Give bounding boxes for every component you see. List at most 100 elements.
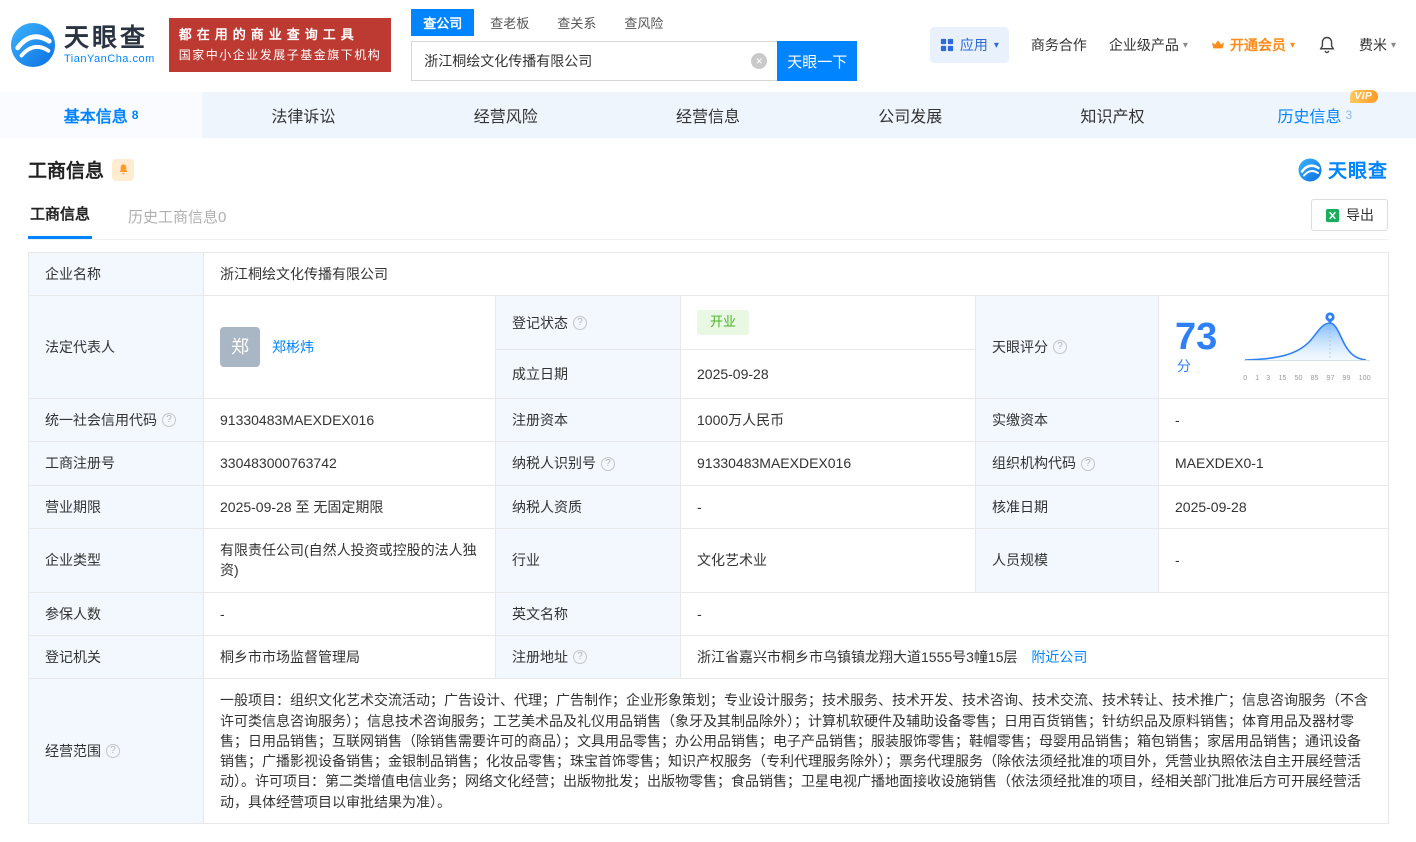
help-icon[interactable]: ? <box>1053 340 1067 354</box>
help-icon[interactable]: ? <box>1081 457 1095 471</box>
search-tab-relation[interactable]: 查关系 <box>545 9 608 36</box>
chevron-down-icon: ▾ <box>994 40 999 51</box>
tab-basic-info[interactable]: 基本信息 8 <box>0 92 202 138</box>
header-menu: 应用 ▾ 商务合作 企业级产品 ▾ 开通会员 ▾ <box>930 27 1396 63</box>
section-brand-name: 天眼查 <box>1328 156 1388 183</box>
reg-no-label: 工商注册号 <box>29 442 204 485</box>
score-label: 天眼评分 ? <box>976 296 1159 399</box>
tab-label: 基本信息 <box>64 103 128 127</box>
nearby-companies-link[interactable]: 附近公司 <box>1031 649 1087 665</box>
excel-icon <box>1325 208 1340 223</box>
vip-badge: VIP <box>1350 90 1379 103</box>
header: 天眼查 TianYanCha.com 都在用的商业查询工具 国家中小企业发展子基… <box>0 0 1416 86</box>
search-area: 查公司 查老板 查关系 查风险 × 天眼一下 <box>411 9 857 81</box>
english-name-label: 英文名称 <box>496 592 681 635</box>
cooperation-label: 商务合作 <box>1031 35 1087 55</box>
table-row: 企业类型 有限责任公司(自然人投资或控股的法人独资) 行业 文化艺术业 人员规模… <box>29 529 1389 593</box>
tab-history-info[interactable]: 历史信息 3 VIP <box>1214 92 1416 138</box>
notifications-bell-icon[interactable] <box>1317 35 1337 55</box>
insured-num-value: - <box>204 592 496 635</box>
org-code-value: MAEXDEX0-1 <box>1159 442 1389 485</box>
tab-label: 知识产权 <box>1081 103 1145 127</box>
industry-value: 文化艺术业 <box>681 529 976 593</box>
tab-label: 经营信息 <box>676 103 740 127</box>
scope-label: 经营范围 ? <box>29 679 204 824</box>
avatar[interactable]: 郑 <box>220 327 260 367</box>
monitor-bell-icon[interactable] <box>112 159 134 181</box>
tab-count: 3 <box>1345 108 1352 122</box>
help-icon[interactable]: ? <box>106 744 120 758</box>
subtab-history-registration[interactable]: 历史工商信息0 <box>126 200 228 239</box>
table-row: 企业名称 浙江桐绘文化传播有限公司 <box>29 253 1389 296</box>
tab-intellectual-property[interactable]: 知识产权 <box>1011 92 1213 138</box>
legal-rep-link[interactable]: 郑彬炜 <box>272 337 314 357</box>
reg-status-cell: 开业 <box>681 296 976 350</box>
apps-grid-icon <box>940 38 954 52</box>
crown-icon <box>1210 37 1226 53</box>
export-button[interactable]: 导出 <box>1311 199 1388 231</box>
apps-label: 应用 <box>960 35 988 55</box>
section-brand-logo[interactable]: 天眼查 <box>1298 156 1388 183</box>
establish-date-value: 2025-09-28 <box>681 350 976 399</box>
search-input[interactable] <box>411 41 777 81</box>
menu-item-enterprise-products[interactable]: 企业级产品 ▾ <box>1109 35 1188 55</box>
label-text: 统一社会信用代码 <box>45 410 157 430</box>
table-row: 经营范围 ? 一般项目：组织文化艺术交流活动；广告设计、代理；广告制作；企业形象… <box>29 679 1389 824</box>
tab-company-development[interactable]: 公司发展 <box>809 92 1011 138</box>
brand-name: 天眼查 <box>64 25 155 53</box>
subtab-business-registration[interactable]: 工商信息 <box>28 197 92 239</box>
reg-status-label: 登记状态 ? <box>496 296 681 350</box>
paid-capital-label: 实缴资本 <box>976 399 1159 442</box>
tianyancha-logo-icon <box>10 22 56 68</box>
address-value: 浙江省嘉兴市桐乡市乌镇镇龙翔大道1555号3幢15层 <box>697 649 1018 665</box>
user-menu[interactable]: 费米 ▾ <box>1359 35 1396 55</box>
search-box: × 天眼一下 <box>411 41 857 81</box>
tab-operating-risk[interactable]: 经营风险 <box>405 92 607 138</box>
reg-capital-label: 注册资本 <box>496 399 681 442</box>
menu-item-cooperation[interactable]: 商务合作 <box>1031 35 1087 55</box>
slogan-line1: 都在用的商业查询工具 <box>179 25 382 46</box>
section-title: 工商信息 <box>28 156 104 183</box>
search-button[interactable]: 天眼一下 <box>777 41 857 81</box>
english-name-value: - <box>681 592 1389 635</box>
industry-label: 行业 <box>496 529 681 593</box>
taxpayer-quality-value: - <box>681 485 976 528</box>
search-tab-boss[interactable]: 查老板 <box>478 9 541 36</box>
table-row: 工商注册号 330483000763742 纳税人识别号 ? 91330483M… <box>29 442 1389 485</box>
tab-label: 经营风险 <box>474 103 538 127</box>
help-icon[interactable]: ? <box>573 650 587 664</box>
search-tabs: 查公司 查老板 查关系 查风险 <box>411 9 857 36</box>
chevron-down-icon: ▾ <box>1290 40 1295 51</box>
menu-item-open-vip[interactable]: 开通会员 ▾ <box>1210 35 1295 55</box>
company-nav-tabs: 基本信息 8 法律诉讼 经营风险 经营信息 公司发展 知识产权 历史信息 3 V… <box>0 92 1416 138</box>
search-tab-risk[interactable]: 查风险 <box>612 9 675 36</box>
search-tab-company[interactable]: 查公司 <box>411 9 474 36</box>
taxpayer-quality-label: 纳税人资质 <box>496 485 681 528</box>
label-text: 天眼评分 <box>992 337 1048 357</box>
table-row: 参保人数 - 英文名称 - <box>29 592 1389 635</box>
help-icon[interactable]: ? <box>601 457 615 471</box>
tab-label: 历史信息 <box>1277 103 1341 127</box>
address-cell: 浙江省嘉兴市桐乡市乌镇镇龙翔大道1555号3幢15层 附近公司 <box>681 635 1389 678</box>
reg-capital-value: 1000万人民币 <box>681 399 976 442</box>
insured-num-label: 参保人数 <box>29 592 204 635</box>
org-code-label: 组织机构代码 ? <box>976 442 1159 485</box>
address-label: 注册地址 ? <box>496 635 681 678</box>
score-axis: 01 315 5085 9799 100 <box>1243 372 1371 384</box>
help-icon[interactable]: ? <box>573 316 587 330</box>
staff-size-value: - <box>1159 529 1389 593</box>
slogan-banner: 都在用的商业查询工具 国家中小企业发展子基金旗下机构 <box>169 18 392 72</box>
tab-business-info[interactable]: 经营信息 <box>607 92 809 138</box>
label-text: 组织机构代码 <box>992 453 1076 473</box>
help-icon[interactable]: ? <box>162 413 176 427</box>
credit-code-label: 统一社会信用代码 ? <box>29 399 204 442</box>
apps-menu[interactable]: 应用 ▾ <box>930 27 1009 63</box>
tianyancha-logo[interactable]: 天眼查 TianYanCha.com <box>10 22 155 68</box>
score-unit: 分 <box>1177 358 1191 374</box>
tab-legal-proceedings[interactable]: 法律诉讼 <box>202 92 404 138</box>
enterprise-products-label: 企业级产品 <box>1109 35 1179 55</box>
table-row: 营业期限 2025-09-28 至 无固定期限 纳税人资质 - 核准日期 202… <box>29 485 1389 528</box>
brand-domain: TianYanCha.com <box>64 53 155 65</box>
reg-no-value: 330483000763742 <box>204 442 496 485</box>
score-chart: 01 315 5085 9799 100 <box>1242 311 1372 383</box>
